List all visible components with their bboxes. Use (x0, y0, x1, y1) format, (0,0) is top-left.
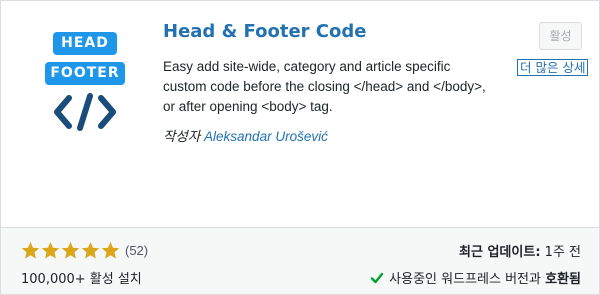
code-brackets-icon (54, 93, 116, 131)
plugin-title-link[interactable]: Head & Footer Code (163, 21, 366, 42)
icon-head-label: HEAD (53, 32, 117, 55)
last-updated-value: 1주 전 (544, 245, 581, 260)
star-icon (61, 241, 80, 259)
rating-count-link[interactable]: (52) (125, 243, 148, 258)
author-link[interactable]: Aleksandar Urošević (204, 129, 328, 144)
active-installs: 100,000+ 활성 설치 (21, 272, 142, 287)
icon-footer-label: FOOTER (45, 62, 125, 85)
plugin-description: Easy add site-wide, category and article… (163, 59, 486, 114)
last-updated-label: 최근 업데이트: (459, 245, 541, 260)
compatibility: 사용중인 워드프레스 버전과 호환됨 (370, 268, 581, 287)
last-updated: 최근 업데이트: 1주 전 (459, 241, 581, 260)
star-icon (21, 241, 40, 259)
star-icon (101, 241, 120, 259)
star-rating: (52) (21, 241, 148, 260)
plugin-card-top: HEAD FOOTER Head & Footer Code Easy add … (1, 1, 599, 227)
compat-status: 호환됨 (545, 272, 581, 287)
plugin-author: 작성자 Aleksandar Urošević (163, 125, 328, 145)
author-label: 작성자 (163, 129, 201, 144)
more-details-link[interactable]: 더 많은 상세 (517, 59, 589, 76)
plugin-icon[interactable]: HEAD FOOTER (21, 21, 149, 149)
star-icon (81, 241, 100, 259)
star-icon (41, 241, 60, 259)
plugin-card: HEAD FOOTER Head & Footer Code Easy add … (0, 0, 600, 295)
activate-button[interactable]: 활성 (539, 22, 582, 50)
plugin-card-bottom: (52) 100,000+ 활성 설치 최근 업데이트: 1주 전 사용중인 워… (1, 227, 599, 294)
compat-prefix: 사용중인 워드프레스 버전과 (389, 272, 541, 287)
check-icon (370, 272, 384, 283)
